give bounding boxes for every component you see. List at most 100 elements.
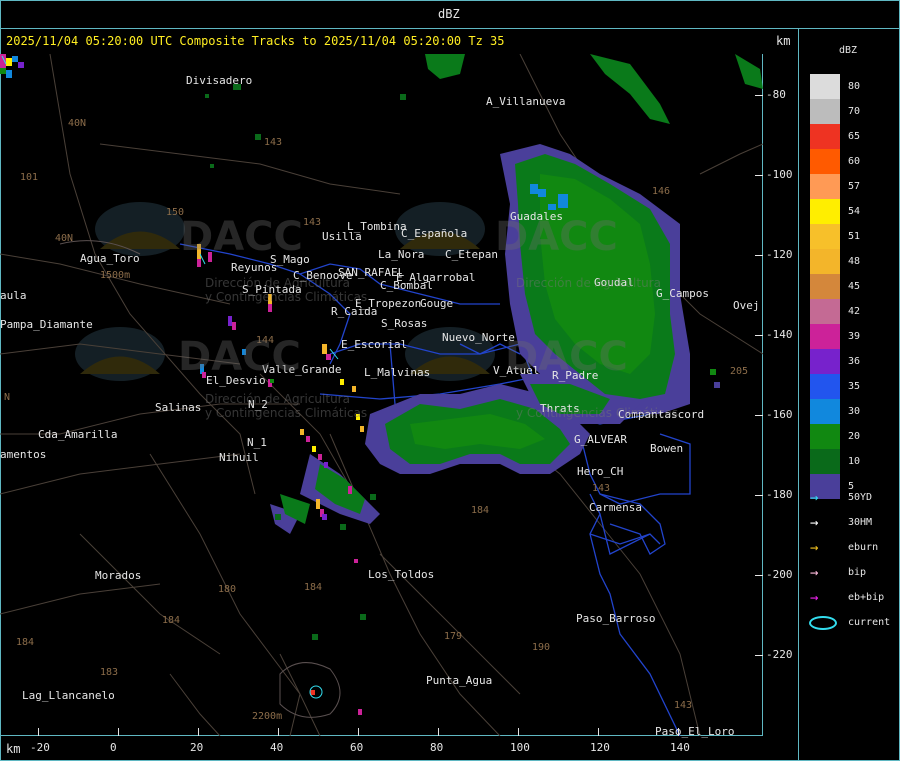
place-label: N_1 [247, 436, 267, 449]
x-tick-label: 20 [190, 741, 204, 754]
highway-label: 40N [55, 233, 74, 244]
track-legend-label: current [848, 617, 891, 628]
colorbar-swatch [810, 349, 840, 374]
place-label: Cda_Amarilla [38, 428, 118, 441]
highway-label: 146 [652, 186, 671, 197]
place-label: G_ALVEAR [574, 433, 627, 446]
highway-label: N [4, 392, 11, 403]
place-label: Paso_Barroso [576, 612, 656, 625]
track-arrow-icon: → [810, 565, 819, 581]
x-tick-label: 40 [270, 741, 284, 754]
colorbar-swatch [810, 449, 840, 474]
colorbar-label: 80 [848, 81, 861, 92]
track-legend-label: 50YD [848, 492, 873, 503]
x-tick-label: 120 [590, 741, 610, 754]
place-label: Hero_CH [577, 465, 624, 478]
highway-label: 101 [20, 172, 39, 183]
place-label: Pampa_Diamante [0, 318, 93, 331]
highway-label: 143 [592, 483, 611, 494]
highway-label: 1500m [100, 270, 131, 281]
colorbar-label: 57 [848, 181, 861, 192]
y-tick-mark [755, 415, 763, 416]
colorbar-label: 10 [848, 456, 861, 467]
colorbar-label: 35 [848, 381, 861, 392]
place-label: Ovej [733, 299, 760, 312]
colorbar-label: 65 [848, 131, 861, 142]
watermark-line1-a: Dirección de Agricultura [205, 276, 350, 290]
colorbar-label: 36 [848, 356, 861, 367]
place-label: G_Campos [656, 287, 709, 300]
track-legend-label: bip [848, 567, 867, 578]
watermark-brand-1: DACC [180, 214, 303, 260]
highway-label: 190 [532, 642, 551, 653]
x-tick-mark [358, 728, 359, 736]
colorbar-label: 20 [848, 431, 861, 442]
x-tick-mark [118, 728, 119, 736]
place-label: Lag_Llancanelo [22, 689, 115, 702]
place-label: Nuevo_Norte [442, 331, 515, 344]
y-tick-label: -120 [766, 248, 793, 261]
watermark-line2-c: y Contingencias Climáticas [516, 406, 679, 420]
place-label: Divisadero [186, 74, 253, 87]
x-tick-label: -20 [30, 741, 50, 754]
colorbar-swatch [810, 124, 840, 149]
place-label: Los_Toldos [368, 568, 435, 581]
place-label: Reyunos [231, 261, 278, 274]
colorbar-swatch [810, 424, 840, 449]
x-tick-label: 80 [430, 741, 444, 754]
colorbar-swatch [810, 199, 840, 224]
place-label: Usilla [322, 230, 362, 243]
x-tick-mark [598, 728, 599, 736]
colorbar-label: 42 [848, 306, 861, 317]
highway-label: 143 [264, 137, 283, 148]
x-tick-mark [278, 728, 279, 736]
colorbar-label: 60 [848, 156, 861, 167]
colorbar-label: 70 [848, 106, 861, 117]
colorbar-label: 48 [848, 256, 861, 267]
x-tick-mark [438, 728, 439, 736]
km-label-left: km [6, 742, 21, 756]
x-tick-label: 60 [350, 741, 364, 754]
colorbar-swatch [810, 224, 840, 249]
place-label: Paso_El_Loro [655, 725, 735, 738]
x-tick-mark [678, 728, 679, 736]
y-tick-mark [755, 335, 763, 336]
highway-label: 2200m [252, 711, 283, 722]
y-tick-mark [755, 95, 763, 96]
colorbar-label: 39 [848, 331, 861, 342]
watermark-line2-b: y Contingencias Climáticas [205, 406, 368, 420]
y-tick-mark [755, 575, 763, 576]
track-legend-label: eb+bip [848, 592, 885, 603]
y-tick-label: -80 [766, 88, 786, 101]
terrain-contours [59, 240, 341, 718]
y-tick-label: -160 [766, 408, 793, 421]
place-label: S_Rosas [381, 317, 428, 330]
y-tick-mark [755, 655, 763, 656]
x-tick-mark [198, 728, 199, 736]
highway-label: 184 [471, 505, 490, 516]
colorbar-swatch [810, 74, 840, 99]
colorbar-label: 54 [848, 206, 861, 217]
colorbar-swatch [810, 374, 840, 399]
place-label: A_Villanueva [486, 95, 566, 108]
place-label: Nihuil [219, 451, 259, 464]
highway-label: 143 [303, 217, 322, 228]
colorbar-swatch [810, 174, 840, 199]
watermark-brand-3: DACC [178, 334, 301, 380]
highway-label: 184 [162, 615, 181, 626]
place-label: La_Nora [378, 248, 425, 261]
y-tick-label: -180 [766, 488, 793, 501]
colorbar-swatch [810, 324, 840, 349]
highway-label: 179 [444, 631, 463, 642]
place-label: Gouge [420, 297, 454, 310]
y-tick-mark [755, 495, 763, 496]
current-ellipse-icon [809, 616, 837, 630]
place-label: Bowen [650, 442, 684, 455]
highway-label: 143 [674, 700, 693, 711]
colorbar-swatch [810, 249, 840, 274]
place-label: Carmensa [589, 501, 642, 514]
colorbar-swatch [810, 274, 840, 299]
place-label: Morados [95, 569, 142, 582]
x-tick-label: 140 [670, 741, 690, 754]
place-label: Agua_Toro [80, 252, 140, 265]
